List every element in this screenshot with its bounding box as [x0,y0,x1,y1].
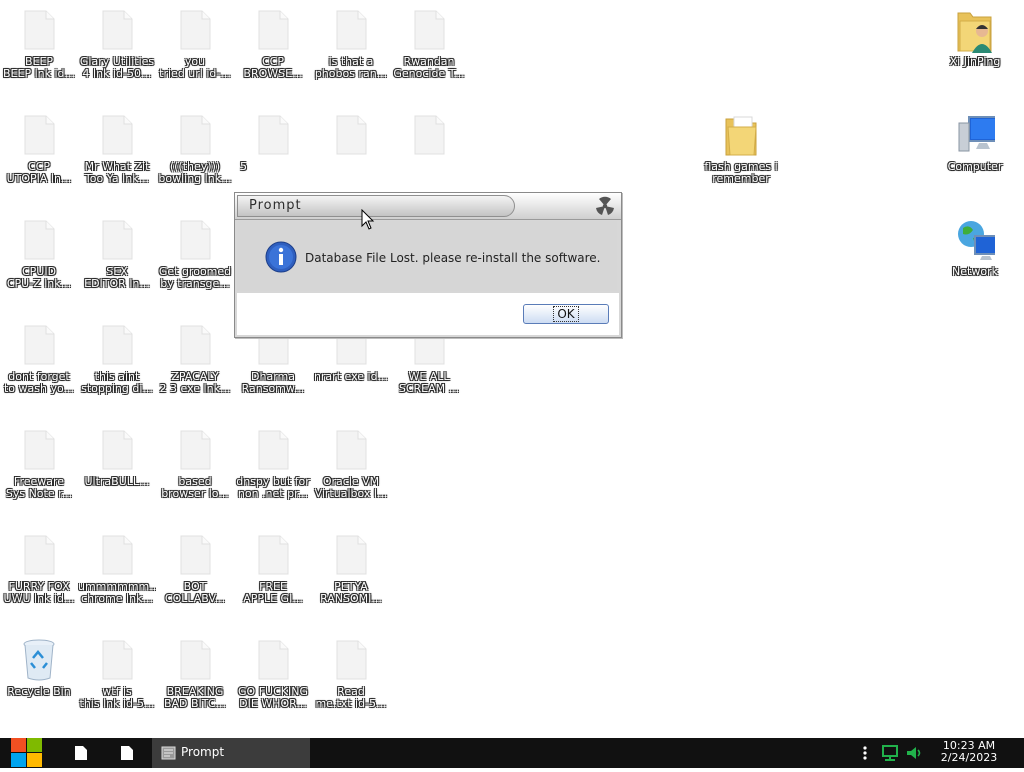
document-icon [19,218,59,262]
document-icon [97,638,137,682]
user-folder-icon [955,8,995,53]
desktop-icon[interactable]: ZPACALY 2 3 exe lnk... [156,323,234,395]
desktop-icon[interactable]: Computer [936,113,1014,173]
desktop-icon[interactable]: CCP BROWSE... [234,8,312,80]
dialog-body: Database File Lost. please re-install th… [237,221,617,291]
desktop-icon[interactable]: Oracle VM Virtualbox l... [312,428,390,500]
info-icon [265,241,297,273]
computer-icon [955,113,995,157]
mouse-cursor-icon [361,208,375,231]
desktop-icon[interactable]: FURRY FOX UWU lnk id... [0,533,78,605]
desktop-icon[interactable]: FREE APPLE GI... [234,533,312,605]
dialog-message: Database File Lost. please re-install th… [305,251,601,265]
pinned-file-icon[interactable] [74,745,88,761]
prompt-dialog: Prompt Database File Lost. please re-ins… [234,192,622,338]
desktop-icon[interactable]: GO FUCKING DIE WHOR... [234,638,312,710]
document-icon [331,533,371,577]
document-icon [253,113,293,157]
desktop-icon[interactable]: is that a phobos ran... [312,8,390,80]
document-icon [19,113,59,157]
document-icon [331,638,371,682]
document-icon [19,323,59,367]
desktop-icon[interactable]: BEEP BEEP lnk id... [0,8,78,80]
desktop-icon[interactable]: PETYA RANSOMI... [312,533,390,605]
ok-button[interactable]: OK [523,304,609,324]
taskbar-item-label: Prompt [181,745,225,759]
document-icon [331,428,371,472]
document-icon [175,113,215,157]
document-icon [175,638,215,682]
document-icon [97,218,137,262]
document-icon [19,428,59,472]
document-icon [175,8,215,52]
desktop-icon[interactable]: CCP UTOPIA ln... [0,113,78,185]
document-icon [175,218,215,262]
desktop-icon[interactable]: Network [936,218,1014,278]
clock-date: 2/24/2023 [940,751,998,764]
tray-overflow-icon[interactable] [862,745,868,761]
desktop-icon[interactable]: Get groomed by transge... [156,218,234,290]
clock[interactable]: 10:23 AM 2/24/2023 [932,740,1006,764]
document-icon [175,323,215,367]
dialog-title: Prompt [249,198,302,213]
dialog-footer: OK [237,293,619,335]
document-icon [97,428,137,472]
document-icon [97,323,137,367]
prompt-app-icon [160,744,178,762]
document-icon [175,533,215,577]
radiation-icon[interactable] [595,196,615,216]
folder-icon [721,113,761,157]
pinned-file-icon[interactable] [120,745,134,761]
document-icon [253,533,293,577]
document-icon [331,113,371,157]
desktop-icon[interactable]: Rwandan Genocide T... [390,8,468,80]
document-icon [409,8,449,52]
desktop-icon[interactable]: wtf is this lnk id-5... [78,638,156,710]
desktop-icon[interactable]: based browser lo... [156,428,234,500]
taskbar: Prompt 10:23 AM 2/24/2023 [0,738,1024,768]
document-icon [97,113,137,157]
taskbar-item-prompt[interactable]: Prompt [152,738,310,768]
document-icon [409,113,449,157]
document-icon [175,428,215,472]
document-icon [253,638,293,682]
document-icon [253,428,293,472]
desktop-icon[interactable]: dont forget to wash yo... [0,323,78,395]
document-icon [253,8,293,52]
desktop: BEEP BEEP lnk id... Glary Utilities 4 ln… [0,0,1024,738]
document-icon [97,533,137,577]
document-icon [97,8,137,52]
desktop-icon[interactable]: Recycle Bin [0,638,78,698]
desktop-icon[interactable]: dnspy but for non .net pr... [234,428,312,500]
dialog-titlebar[interactable]: Prompt [235,193,621,220]
desktop-icon[interactable]: CPUID CPU-Z lnk... [0,218,78,290]
windows-logo-icon [11,738,42,767]
desktop-icon[interactable] [390,113,468,161]
desktop-icon[interactable]: Read me.txt id-5... [312,638,390,710]
desktop-icon[interactable]: BREAKING BAD BITC... [156,638,234,710]
document-icon [19,8,59,52]
network-icon [955,218,995,262]
document-icon [19,533,59,577]
document-icon [331,8,371,52]
network-status-icon[interactable] [881,745,901,761]
desktop-icon[interactable]: Mr What Zit Too Ya lnk... [78,113,156,185]
desktop-icon[interactable]: (((they))) bowling lnk... [156,113,234,185]
desktop-icon[interactable]: flash games i remember [702,113,780,185]
desktop-icon[interactable]: SEX EDITOR ln... [78,218,156,290]
desktop-icon[interactable]: Glary Utilities 4 lnk id-50... [78,8,156,80]
desktop-icon[interactable]: you tried url id-... [156,8,234,80]
desktop-icon[interactable]: this aint stopping di... [78,323,156,395]
desktop-icon[interactable]: 5 [234,113,312,173]
desktop-icon[interactable] [312,113,390,161]
desktop-icon[interactable]: Xi JinPing [936,8,1014,68]
recycle-bin-icon [19,638,59,682]
desktop-icon[interactable]: Freeware Sys Note r... [0,428,78,500]
volume-icon[interactable] [906,745,924,761]
desktop-icon[interactable]: BOT COLLABV... [156,533,234,605]
desktop-icon[interactable]: ummmmmm... chrome lnk... [78,533,156,605]
ok-button-label: OK [553,306,579,322]
start-button[interactable] [10,738,44,768]
desktop-icon[interactable]: UltraBULL... [78,428,156,488]
